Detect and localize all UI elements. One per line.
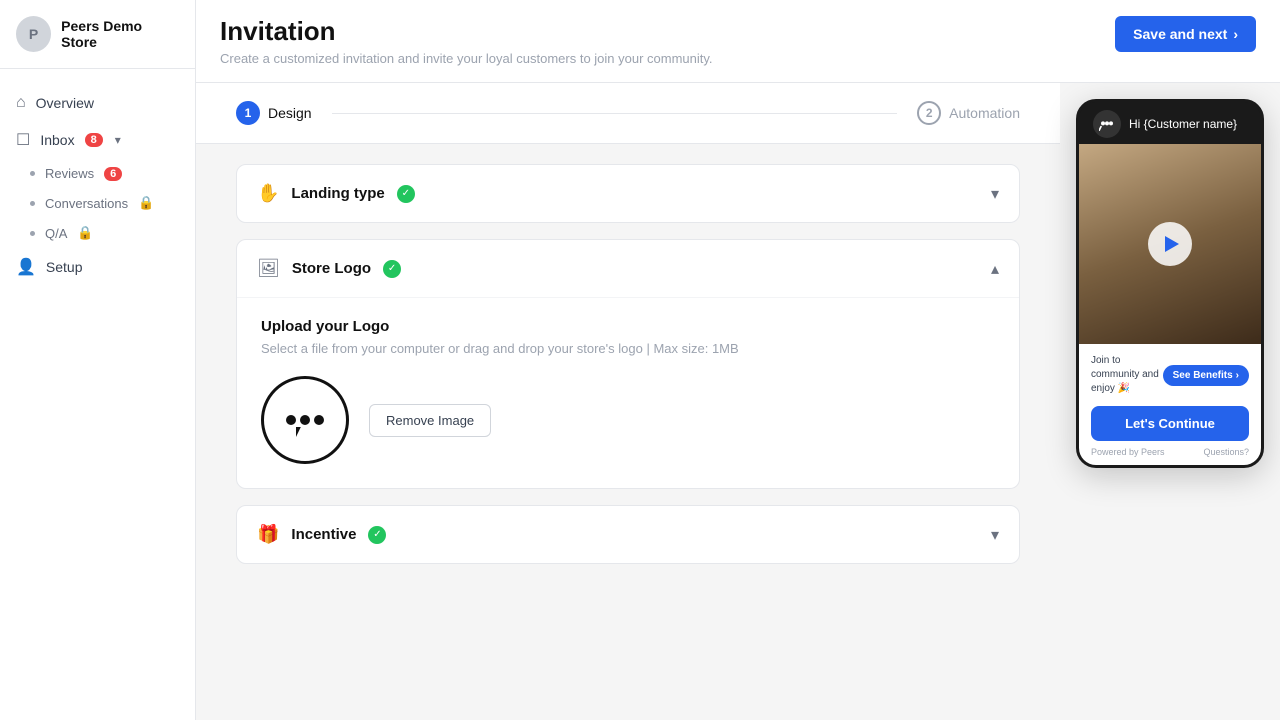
dot-icon <box>30 171 35 176</box>
store-name: Peers Demo Store <box>61 18 179 50</box>
form-sections: ✋ Landing type ✓ ▾ 🖼 Store Logo ✓ <box>196 144 1060 600</box>
phone-mockup: Hi {Customer name} Join to community and… <box>1076 99 1264 468</box>
topbar: Invitation Create a customized invitatio… <box>196 0 1280 83</box>
avatar: P <box>16 16 51 52</box>
see-benefits-button[interactable]: See Benefits › <box>1163 365 1249 386</box>
sidebar: P Peers Demo Store ⌂ Overview ☐ Inbox 8 … <box>0 0 196 720</box>
phone-bottom: Join to community and enjoy 🎉 See Benefi… <box>1079 344 1261 465</box>
chevron-down-icon: ▾ <box>991 525 999 545</box>
step-label: Design <box>268 105 312 121</box>
setup-icon: 👤 <box>16 257 36 277</box>
upload-title: Upload your Logo <box>261 318 995 335</box>
logo-preview-area: Remove Image <box>261 376 995 464</box>
sidebar-item-label: Inbox <box>40 132 74 148</box>
reviews-badge: 6 <box>104 167 122 181</box>
phone-greeting: Hi {Customer name} <box>1129 117 1237 131</box>
phone-footer: Powered by Peers Questions? <box>1091 447 1249 457</box>
logo-circle <box>261 376 349 464</box>
join-text: Join to community and enjoy 🎉 <box>1091 354 1163 396</box>
step-design[interactable]: 1 Design <box>236 101 312 125</box>
sidebar-item-qa[interactable]: Q/A 🔒 <box>0 218 195 248</box>
sidebar-header[interactable]: P Peers Demo Store <box>0 0 195 69</box>
sidebar-item-label: Overview <box>36 95 94 111</box>
dot-3 <box>314 415 324 425</box>
phone-top-bar: Hi {Customer name} <box>1079 102 1261 144</box>
phone-logo-icon <box>1093 110 1121 138</box>
check-icon: ✓ <box>383 260 401 278</box>
landing-type-section: ✋ Landing type ✓ ▾ <box>236 164 1020 223</box>
chevron-down-icon: ▾ <box>115 133 121 147</box>
page-header: Invitation Create a customized invitatio… <box>220 16 713 66</box>
store-logo-icon: 🖼 <box>257 258 280 279</box>
inbox-badge: 8 <box>85 133 103 147</box>
sidebar-item-inbox[interactable]: ☐ Inbox 8 ▾ <box>0 121 195 159</box>
home-icon: ⌂ <box>16 94 26 112</box>
dot-1 <box>286 415 296 425</box>
inbox-icon: ☐ <box>16 130 30 150</box>
phone-join-row: Join to community and enjoy 🎉 See Benefi… <box>1091 354 1249 396</box>
sidebar-item-overview[interactable]: ⌂ Overview <box>0 85 195 121</box>
step-circle-1: 1 <box>236 101 260 125</box>
check-icon: ✓ <box>397 185 415 203</box>
chevron-up-icon: ▴ <box>991 259 999 279</box>
form-area: 1 Design 2 Automation ✋ Landing type <box>196 83 1060 720</box>
step-automation[interactable]: 2 Automation <box>917 101 1020 125</box>
upload-subtitle: Select a file from your computer or drag… <box>261 341 995 356</box>
incentive-icon: 🎁 <box>257 524 279 545</box>
lock-icon: 🔒 <box>77 225 93 241</box>
lets-continue-button[interactable]: Let's Continue <box>1091 406 1249 441</box>
section-title: Incentive <box>291 526 356 543</box>
questions-text: Questions? <box>1203 447 1249 457</box>
landing-type-icon: ✋ <box>257 183 279 204</box>
dot-icon <box>30 231 35 236</box>
store-logo-header[interactable]: 🖼 Store Logo ✓ ▴ <box>237 240 1019 297</box>
store-logo-body: Upload your Logo Select a file from your… <box>237 297 1019 488</box>
store-logo-section: 🖼 Store Logo ✓ ▴ Upload your Logo Select… <box>236 239 1020 489</box>
steps-bar: 1 Design 2 Automation <box>196 83 1060 144</box>
landing-type-header[interactable]: ✋ Landing type ✓ ▾ <box>237 165 1019 222</box>
save-next-button[interactable]: Save and next › <box>1115 16 1256 52</box>
step-divider <box>332 113 898 114</box>
content-area: 1 Design 2 Automation ✋ Landing type <box>196 83 1280 720</box>
sidebar-item-conversations[interactable]: Conversations 🔒 <box>0 188 195 218</box>
sidebar-item-setup[interactable]: 👤 Setup <box>0 248 195 286</box>
check-icon: ✓ <box>368 526 386 544</box>
lock-icon: 🔒 <box>138 195 154 211</box>
preview-panel: Hi {Customer name} Join to community and… <box>1060 83 1280 720</box>
page-subtitle: Create a customized invitation and invit… <box>220 51 713 66</box>
play-triangle-icon <box>1165 236 1179 252</box>
page-title: Invitation <box>220 16 713 47</box>
logo-dots <box>286 415 324 425</box>
phone-video-area <box>1079 144 1261 344</box>
step-label: Automation <box>949 105 1020 121</box>
dot-icon <box>30 201 35 206</box>
powered-by-text: Powered by Peers <box>1091 447 1165 457</box>
main-area: Invitation Create a customized invitatio… <box>196 0 1280 720</box>
section-title: Landing type <box>291 185 384 202</box>
dot-2 <box>300 415 310 425</box>
sidebar-item-reviews[interactable]: Reviews 6 <box>0 159 195 188</box>
incentive-section: 🎁 Incentive ✓ ▾ <box>236 505 1020 564</box>
arrow-right-icon: › <box>1233 26 1238 42</box>
sidebar-item-label: Reviews <box>45 166 94 181</box>
section-title: Store Logo <box>292 260 371 277</box>
play-button[interactable] <box>1148 222 1192 266</box>
sidebar-item-label: Conversations <box>45 196 128 211</box>
remove-image-button[interactable]: Remove Image <box>369 404 491 437</box>
incentive-header[interactable]: 🎁 Incentive ✓ ▾ <box>237 506 1019 563</box>
step-circle-2: 2 <box>917 101 941 125</box>
sidebar-nav: ⌂ Overview ☐ Inbox 8 ▾ Reviews 6 Convers… <box>0 69 195 720</box>
sidebar-item-label: Q/A <box>45 226 67 241</box>
speech-tail <box>296 427 308 437</box>
sidebar-item-label: Setup <box>46 259 83 275</box>
arrow-right-icon: › <box>1236 370 1239 381</box>
chevron-down-icon: ▾ <box>991 184 999 204</box>
